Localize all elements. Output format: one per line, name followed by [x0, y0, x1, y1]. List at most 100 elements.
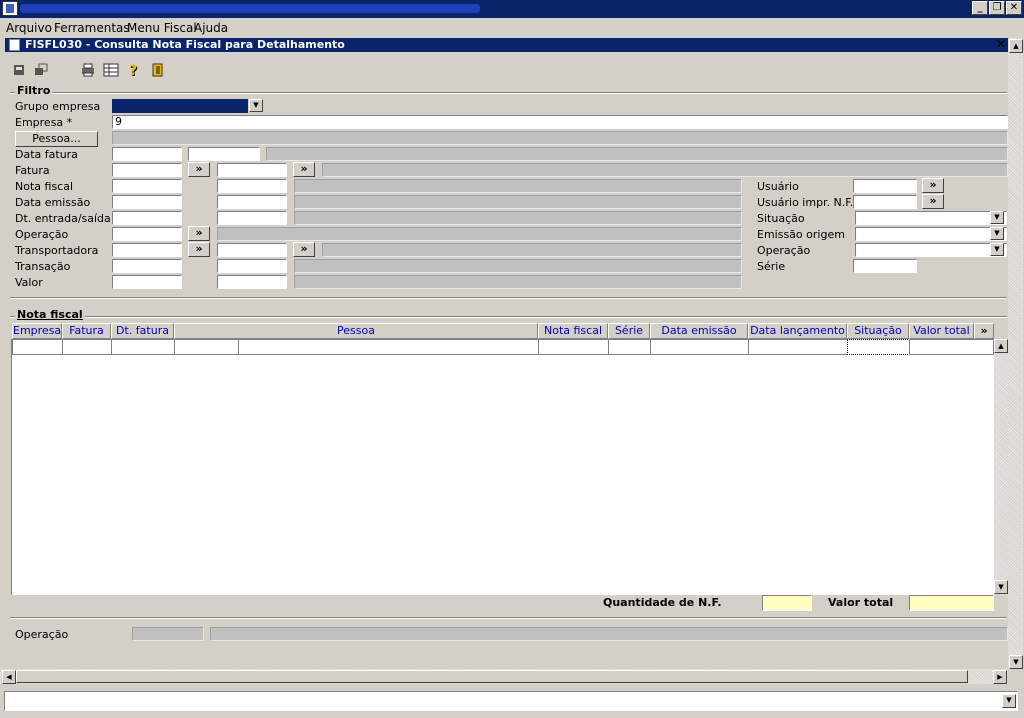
col-nota-fiscal[interactable]: Nota fiscal [538, 323, 608, 339]
data-emissao-to-input[interactable] [217, 195, 287, 209]
situacao-dropdown-arrow[interactable]: ▼ [990, 211, 1004, 224]
close-button[interactable]: ✕ [1006, 1, 1022, 15]
emissao-origem-select[interactable] [855, 227, 1007, 241]
nota-fiscal-from-input[interactable] [112, 179, 182, 193]
grupo-empresa-label: Grupo empresa [15, 100, 101, 113]
usuario-impr-lookup-button[interactable]: » [922, 194, 944, 209]
dt-entrada-display [294, 211, 742, 225]
menu-arquivo[interactable]: Arquivo [6, 21, 52, 35]
save-icon[interactable] [12, 62, 28, 78]
pessoa-button[interactable]: Pessoa... [15, 131, 98, 147]
col-serie[interactable]: Série [608, 323, 650, 339]
restore-button[interactable]: ❐ [989, 1, 1005, 15]
menu-ajuda[interactable]: Ajuda [194, 21, 228, 35]
table-cell[interactable] [12, 339, 63, 355]
help-icon[interactable]: ?? [126, 62, 142, 78]
operacao-input[interactable] [112, 227, 182, 241]
col-dt-fatura[interactable]: Dt. fatura [111, 323, 174, 339]
serie-input[interactable] [853, 259, 917, 273]
transacao-to-input[interactable] [217, 259, 287, 273]
horizontal-scroll-thumb[interactable] [16, 670, 968, 683]
app-title-redacted [20, 4, 480, 13]
data-fatura-to-input[interactable] [188, 147, 260, 161]
quantidade-label: Quantidade de N.F. [603, 596, 722, 609]
scroll-up-button[interactable]: ▲ [1009, 39, 1023, 53]
col-situacao[interactable]: Situação [847, 323, 909, 339]
fatura-lookup-button[interactable]: » [188, 162, 210, 177]
usuario-impr-label: Usuário impr. N.F. [757, 196, 854, 209]
child-close-button[interactable]: ✕ [996, 37, 1006, 51]
operacao-lookup-button[interactable]: » [188, 226, 210, 241]
outer-vertical-scrollbar[interactable] [1008, 38, 1023, 668]
transportadora-to-input[interactable] [217, 243, 287, 257]
scroll-down-button[interactable]: ▼ [1009, 655, 1023, 669]
transportadora-lookup-button[interactable]: » [188, 242, 210, 257]
status-combo[interactable] [4, 691, 1018, 711]
grid-scroll-down[interactable]: ▼ [994, 580, 1008, 594]
data-emissao-from-input[interactable] [112, 195, 182, 209]
col-data-emissao[interactable]: Data emissão [650, 323, 748, 339]
grupo-empresa-dropdown-arrow[interactable]: ▼ [249, 99, 263, 112]
transportadora-to-lookup-button[interactable]: » [293, 242, 315, 257]
grid-body [11, 355, 994, 595]
grupo-empresa-select[interactable] [112, 99, 248, 113]
nota-fiscal-to-input[interactable] [217, 179, 287, 193]
empresa-input[interactable]: 9 [112, 115, 1008, 129]
menu-fiscal[interactable]: Menu Fiscal [127, 21, 197, 35]
table-cell[interactable] [174, 339, 239, 355]
transacao-display [294, 259, 742, 273]
nota-fiscal-label: Nota fiscal [15, 180, 74, 193]
col-pessoa[interactable]: Pessoa [174, 323, 538, 339]
status-dropdown-arrow[interactable]: ▼ [1002, 694, 1016, 708]
fatura-from-input[interactable] [112, 163, 182, 177]
valor-to-input[interactable] [217, 275, 287, 289]
footer-operacao-code [132, 627, 204, 641]
exit-icon[interactable] [150, 62, 166, 78]
usuario-input[interactable] [853, 179, 917, 193]
grid-icon[interactable] [103, 62, 119, 78]
filter-group-border [10, 92, 1007, 94]
data-fatura-label: Data fatura [15, 148, 78, 161]
transacao-from-input[interactable] [112, 259, 182, 273]
situacao-select[interactable] [855, 211, 1007, 225]
col-valor-total[interactable]: Valor total [909, 323, 974, 339]
usuario-impr-input[interactable] [853, 195, 917, 209]
empresa-label: Empresa * [15, 116, 73, 129]
transportadora-from-input[interactable] [112, 243, 182, 257]
operacao-display [217, 227, 742, 241]
operacao2-select[interactable] [855, 243, 1007, 257]
scroll-right-button[interactable]: ▶ [993, 670, 1007, 684]
operacao2-dropdown-arrow[interactable]: ▼ [990, 243, 1004, 256]
col-empresa[interactable]: Empresa [12, 323, 62, 339]
valor-from-input[interactable] [112, 275, 182, 289]
col-more-button[interactable]: » [974, 323, 994, 339]
col-data-lancamento[interactable]: Data lançamento [748, 323, 847, 339]
dt-entrada-from-input[interactable] [112, 211, 182, 225]
table-cell[interactable] [111, 339, 175, 355]
table-cell[interactable] [608, 339, 651, 355]
table-cell[interactable] [62, 339, 112, 355]
undo-icon[interactable] [33, 62, 49, 78]
table-cell[interactable] [650, 339, 749, 355]
table-cell[interactable] [847, 339, 910, 355]
menu-ferramentas[interactable]: Ferramentas [54, 21, 130, 35]
data-fatura-from-input[interactable] [112, 147, 182, 161]
col-fatura[interactable]: Fatura [62, 323, 111, 339]
grid-vertical-scrollbar[interactable] [994, 339, 1008, 595]
fatura-to-lookup-button[interactable]: » [293, 162, 315, 177]
data-fatura-display [266, 147, 1008, 161]
serie-label: Série [757, 260, 786, 273]
table-cell[interactable] [238, 339, 539, 355]
table-cell[interactable] [538, 339, 609, 355]
table-cell[interactable] [748, 339, 848, 355]
table-cell[interactable] [909, 339, 994, 355]
transportadora-label: Transportadora [15, 244, 99, 257]
grid-scroll-up[interactable]: ▲ [994, 339, 1008, 353]
usuario-lookup-button[interactable]: » [922, 178, 944, 193]
minimize-button[interactable]: _ [972, 1, 988, 15]
scroll-left-button[interactable]: ◀ [2, 670, 16, 684]
printer-icon[interactable] [80, 62, 96, 78]
dt-entrada-to-input[interactable] [217, 211, 287, 225]
emissao-origem-dropdown-arrow[interactable]: ▼ [990, 227, 1004, 240]
fatura-to-input[interactable] [217, 163, 287, 177]
